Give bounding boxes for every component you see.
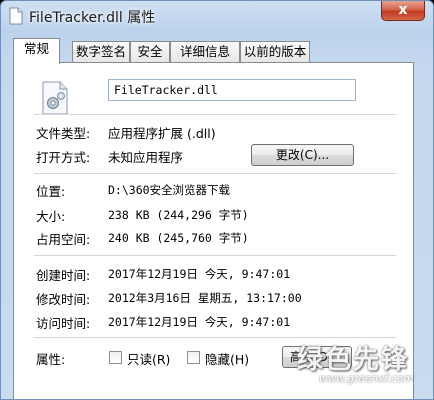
change-button[interactable]: 更改(C)... (251, 144, 354, 166)
tab-general[interactable]: 常规 (13, 38, 60, 64)
size-on-disk-label: 占用空间: (36, 232, 91, 247)
dll-file-icon (42, 81, 68, 115)
location-value: D:\360安全浏览器下载 (108, 183, 231, 197)
readonly-checkbox[interactable] (109, 351, 122, 364)
close-button[interactable]: x (381, 1, 425, 21)
accessed-label: 访问时间: (36, 316, 91, 331)
hidden-checkbox[interactable] (187, 351, 200, 364)
properties-window: FileTracker.dll 属性 x 常规 数字签名 安全 详细信息 以前的… (0, 0, 434, 400)
accessed-value: 2017年12月19日 今天, 9:47:01 (108, 315, 291, 329)
watermark-logo-text: 绿色先锋 (297, 345, 410, 375)
open-with-label: 打开方式: (36, 150, 91, 165)
tab-previous-versions[interactable]: 以前的版本 (240, 41, 310, 63)
file-type-value: 应用程序扩展 (.dll) (108, 126, 216, 141)
attributes-label: 属性: (36, 352, 66, 367)
tab-details[interactable]: 详细信息 (170, 41, 240, 63)
open-with-value: 未知应用程序 (108, 150, 184, 165)
separator (34, 337, 396, 338)
modified-value: 2012年3月16日 星期五, 13:17:00 (108, 291, 302, 305)
created-label: 创建时间: (36, 268, 91, 283)
separator (34, 255, 396, 256)
separator (34, 114, 396, 115)
size-value: 238 KB (244,296 字节) (108, 208, 249, 222)
location-label: 位置: (36, 184, 66, 199)
created-value: 2017年12月19日 今天, 9:47:01 (108, 267, 291, 281)
tab-digital-signatures[interactable]: 数字签名 (72, 41, 130, 63)
file-name-field[interactable]: FileTracker.dll (108, 79, 356, 101)
file-type-label: 文件类型: (36, 126, 91, 141)
modified-label: 修改时间: (36, 292, 91, 307)
tab-security[interactable]: 安全 (130, 41, 170, 63)
readonly-label[interactable]: 只读(R) (127, 349, 170, 368)
separator (34, 173, 396, 174)
size-label: 大小: (36, 209, 66, 224)
document-icon (9, 7, 23, 25)
watermark-url: www.greenxf.com (319, 373, 414, 385)
size-on-disk-value: 240 KB (245,760 字节) (108, 231, 249, 245)
title-bar[interactable]: FileTracker.dll 属性 x (1, 1, 433, 31)
window-title: FileTracker.dll 属性 (29, 10, 156, 26)
hidden-label[interactable]: 隐藏(H) (205, 349, 249, 368)
